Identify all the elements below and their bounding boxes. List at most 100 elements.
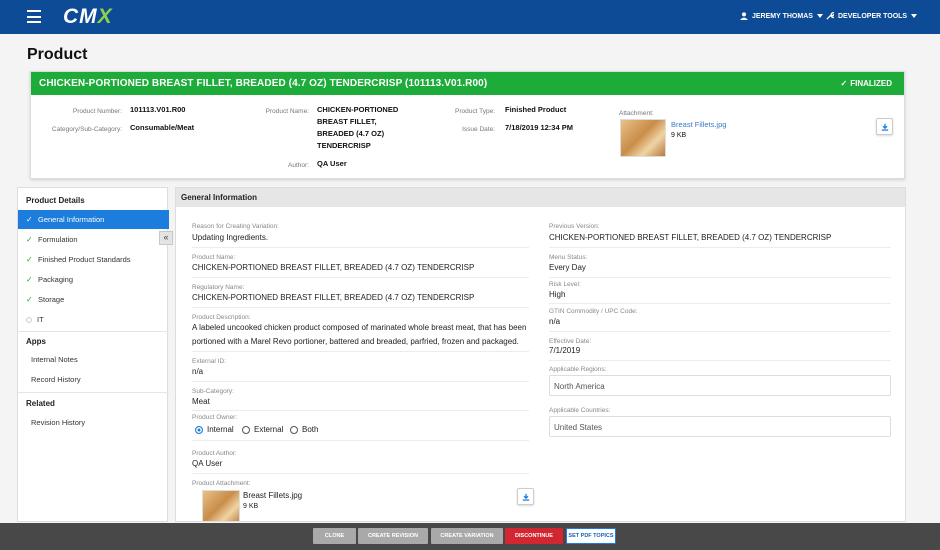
product-attachment-label: Product Attachment: [192, 480, 251, 487]
product-name-value: CHICKEN-PORTIONED BREAST FILLET, BREADED… [317, 104, 398, 152]
developer-tools-label: DEVELOPER TOOLS [838, 12, 908, 20]
reason-value: Updating Ingredients. [192, 233, 269, 242]
sidebar-item-finished-product-standards[interactable]: ✓ Finished Product Standards [18, 250, 169, 269]
product-type-value: Finished Product [505, 105, 567, 114]
owner-option-both[interactable]: Both [290, 425, 318, 434]
gtin-label: GTIN Commodity / UPC Code: [549, 308, 638, 315]
set-pdf-topics-button[interactable]: SET PDF TOPICS [566, 528, 616, 544]
create-revision-button[interactable]: CREATE REVISION [358, 528, 428, 544]
radio-unselected-icon[interactable] [290, 425, 298, 434]
attachment-thumbnail[interactable] [620, 119, 666, 157]
sidebar-item-revision-history[interactable]: Revision History [31, 418, 85, 427]
check-icon: ✓ [26, 275, 33, 284]
radio-unselected-icon[interactable] [242, 425, 250, 434]
product-name-label: Product Name: [265, 108, 309, 115]
product-author-link[interactable]: QA User [192, 457, 222, 470]
field-divider [192, 307, 529, 308]
general-information-heading: General Information [176, 188, 905, 207]
applicable-regions-label: Applicable Regions: [549, 366, 607, 373]
product-attachment-size: 9 KB [243, 503, 259, 510]
product-name-line: TENDERCRISP [317, 141, 371, 150]
discontinue-button[interactable]: DISCONTINUE [505, 528, 563, 544]
regulatory-name-value: CHICKEN-PORTIONED BREAST FILLET, BREADED… [192, 293, 475, 302]
developer-tools-menu[interactable]: DEVELOPER TOOLS [826, 12, 918, 20]
cmx-logo[interactable]: CMX [63, 5, 113, 29]
owner-option-external[interactable]: External [242, 425, 283, 434]
product-description-line: portioned with a Marel Revo portioner, b… [192, 337, 519, 346]
risk-level-label: Risk Level: [549, 281, 581, 288]
owner-option-label: Both [302, 425, 319, 434]
product-banner-title: CHICKEN-PORTIONED BREAST FILLET, BREADED… [39, 78, 488, 89]
product-summary-card: CHICKEN-PORTIONED BREAST FILLET, BREADED… [30, 71, 905, 179]
sidebar-item-label: Packaging [38, 275, 74, 284]
product-name-line: BREADED (4.7 OZ) [317, 129, 385, 138]
field-divider [192, 410, 529, 411]
sidebar-item-label: Finished Product Standards [38, 255, 131, 264]
sidebar-item-general-information[interactable]: ✓ General Information [18, 210, 169, 229]
sub-category-label: Sub-Category: [192, 388, 234, 395]
page-title: Product [27, 46, 88, 63]
issue-date-value: 7/18/2019 12:34 PM [505, 123, 573, 132]
clone-button[interactable]: CLONE [313, 528, 356, 544]
check-icon: ✓ [840, 79, 848, 88]
check-icon: ✓ [26, 215, 33, 224]
product-name-field-value: CHICKEN-PORTIONED BREAST FILLET, BREADED… [192, 263, 475, 272]
create-variation-button[interactable]: CREATE VARIATION [431, 528, 503, 544]
sub-category-value: Meat [192, 397, 210, 406]
field-divider [192, 277, 529, 278]
user-menu[interactable]: JEREMY THOMAS [740, 12, 823, 20]
regulatory-name-label: Regulatory Name: [192, 284, 245, 291]
download-icon [881, 123, 888, 131]
download-icon [522, 493, 529, 501]
action-bar: CLONE CREATE REVISION CREATE VARIATION D… [0, 523, 940, 550]
product-author-label: Product Author: [192, 450, 237, 457]
sidebar-item-it[interactable]: IT [18, 310, 169, 329]
sidebar-item-packaging[interactable]: ✓ Packaging [18, 270, 169, 289]
category-label: Category/Sub-Category: [51, 126, 122, 133]
apps-heading: Apps [26, 337, 46, 346]
chevron-down-icon [816, 14, 823, 18]
sidebar-item-label: Formulation [38, 235, 78, 244]
product-number-label: Product Number: [72, 108, 122, 115]
top-navigation-bar: CMX JEREMY THOMAS DEVELOPER TOOLS [0, 0, 940, 34]
product-banner: CHICKEN-PORTIONED BREAST FILLET, BREADED… [31, 72, 904, 95]
product-name-line: CHICKEN-PORTIONED [317, 105, 399, 114]
download-product-attachment-button[interactable] [517, 488, 534, 505]
product-name-line: BREAST FILLET, [317, 117, 377, 126]
product-type-label: Product Type: [455, 108, 495, 115]
check-icon: ✓ [26, 235, 33, 244]
incomplete-circle-icon [26, 316, 32, 323]
collapse-sidebar-button[interactable]: « [159, 231, 173, 245]
product-sidebar: Product Details ✓ General Information ✓ … [17, 187, 169, 522]
effective-date-value: 7/1/2019 [549, 346, 581, 355]
category-value: Consumable/Meat [130, 123, 195, 132]
field-divider [549, 277, 891, 278]
related-heading: Related [26, 399, 55, 408]
previous-version-link[interactable]: CHICKEN-PORTIONED BREAST FILLET, BREADED… [549, 231, 831, 244]
menu-status-value: Every Day [549, 263, 586, 272]
author-value: QA User [317, 159, 347, 168]
wrench-icon [826, 12, 834, 20]
user-name: JEREMY THOMAS [752, 12, 813, 20]
owner-option-internal[interactable]: Internal [195, 425, 234, 434]
hamburger-menu-icon[interactable] [27, 10, 41, 23]
applicable-countries-field[interactable]: United States [549, 416, 891, 437]
general-information-panel: General Information Reason for Creating … [175, 187, 906, 522]
sidebar-item-formulation[interactable]: ✓ Formulation [18, 230, 169, 249]
product-attachment-thumbnail[interactable] [202, 490, 240, 521]
field-divider [192, 247, 529, 248]
check-icon: ✓ [26, 295, 33, 304]
product-name-field-label: Product Name: [192, 254, 236, 261]
sidebar-divider [18, 331, 169, 332]
sidebar-item-storage[interactable]: ✓ Storage [18, 290, 169, 309]
external-id-label: External ID: [192, 358, 226, 365]
sidebar-item-record-history[interactable]: Record History [31, 375, 81, 384]
field-divider [192, 473, 529, 474]
applicable-regions-field[interactable]: North America [549, 375, 891, 396]
user-icon [740, 12, 748, 20]
attachment-label: Attachment: [619, 110, 654, 117]
sidebar-item-internal-notes[interactable]: Internal Notes [31, 355, 78, 364]
radio-selected-icon[interactable] [195, 425, 203, 434]
download-attachment-button[interactable] [876, 118, 893, 135]
product-number-value: 101113.V01.R00 [130, 105, 186, 114]
